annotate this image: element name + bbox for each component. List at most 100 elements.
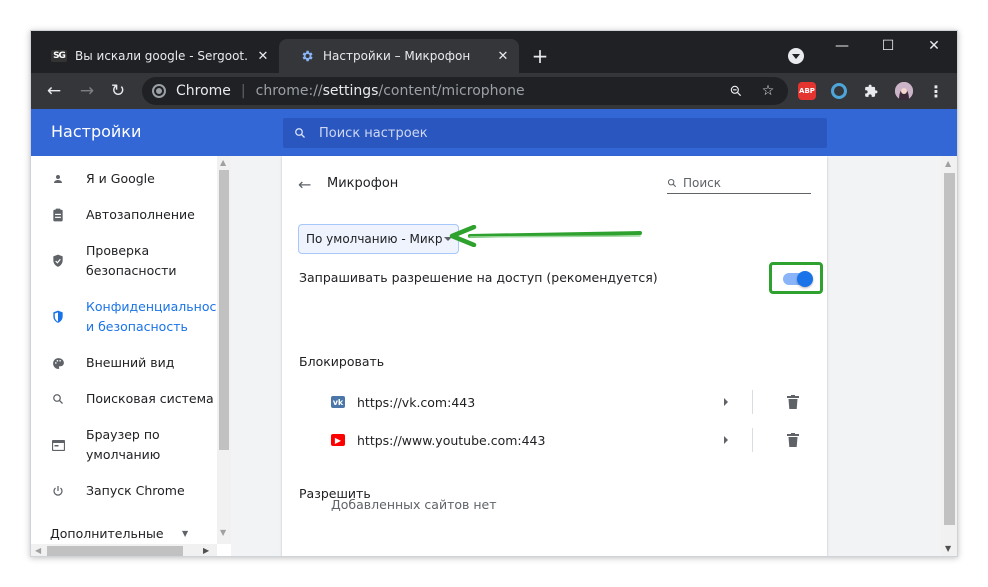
row-divider xyxy=(752,428,753,452)
sidebar-item-label: Конфиденциальность и безопасность xyxy=(86,299,216,334)
sidebar-item-autofill[interactable]: Автозаполнение xyxy=(31,205,217,225)
maximize-button[interactable]: ☐ xyxy=(865,31,911,61)
forward-arrow-icon[interactable]: → xyxy=(75,79,99,103)
close-window-button[interactable]: ✕ xyxy=(911,31,957,61)
settings-sidebar: Я и Google Автозаполнение Проверка безоп… xyxy=(31,156,231,556)
blocked-site-row[interactable]: vk https://vk.com:443 xyxy=(331,383,811,421)
url-text: chrome://settings/content/microphone xyxy=(255,83,525,99)
back-arrow-icon[interactable]: ← xyxy=(42,79,66,103)
blocked-site-row[interactable]: ▶ https://www.youtube.com:443 xyxy=(331,421,811,459)
settings-title: Настройки xyxy=(51,122,142,141)
scroll-left-arrow-icon[interactable]: ◀ xyxy=(35,546,41,555)
page-title: Микрофон xyxy=(327,176,399,191)
annotation-arrow-icon xyxy=(449,225,642,247)
sidebar-item-label: Внешний вид xyxy=(86,355,175,370)
minimize-button[interactable]: — xyxy=(819,31,865,61)
scroll-down-arrow-icon[interactable]: ▼ xyxy=(945,544,951,553)
sidebar-scroll-thumb[interactable] xyxy=(219,170,229,450)
sidebar-item-label: Браузер по умолчанию xyxy=(86,427,161,462)
sidebar-item-label: Проверка безопасности xyxy=(86,243,177,278)
sidebar-item-label: Поисковая система xyxy=(86,391,214,406)
address-bar[interactable]: Chrome | chrome://settings/content/micro… xyxy=(142,77,788,105)
sidebar-item-search-engine[interactable]: Поисковая система xyxy=(31,389,217,409)
settings-search-placeholder: Поиск настроек xyxy=(319,125,428,141)
sidebar-item-default-browser[interactable]: Браузер по умолчанию xyxy=(31,425,181,465)
sidebar-item-label: Запуск Chrome xyxy=(86,483,185,498)
gear-icon xyxy=(299,48,315,64)
sg-logo-icon: SG xyxy=(51,48,67,64)
sidebar-hscroll-thumb[interactable] xyxy=(47,546,183,556)
ask-permission-toggle[interactable] xyxy=(783,271,813,287)
trash-icon[interactable] xyxy=(787,395,799,409)
ask-permission-label: Запрашивать разрешение на доступ (рекоме… xyxy=(299,270,658,285)
ring-extension-icon[interactable] xyxy=(830,82,848,100)
site-url: https://vk.com:443 xyxy=(357,394,476,410)
settings-header: Настройки Поиск настроек xyxy=(31,109,957,156)
new-tab-button[interactable]: + xyxy=(529,44,551,68)
power-icon xyxy=(50,485,66,497)
device-select-value: По умолчанию - Микрофон xyxy=(306,232,442,246)
sidebar-scrollbar[interactable]: ▲ ▼ xyxy=(217,156,231,544)
expand-arrow-icon[interactable] xyxy=(724,436,728,444)
chevron-down-icon: ▼ xyxy=(182,529,189,538)
site-search-placeholder: Поиск xyxy=(683,175,722,190)
toolbar: ← → ↻ Chrome | chrome://settings/content… xyxy=(31,73,957,109)
profile-avatar-icon[interactable] xyxy=(895,82,913,100)
browser-window: SG Вы искали google - Sergoot.ru – ✕ Нас… xyxy=(30,30,958,557)
sidebar-item-privacy[interactable]: Конфиденциальность и безопасность xyxy=(31,297,217,337)
browser-icon xyxy=(50,439,66,451)
omnibox-separator: | xyxy=(240,83,246,99)
shield-icon xyxy=(50,310,66,324)
block-heading: Блокировать xyxy=(299,354,385,369)
expand-arrow-icon[interactable] xyxy=(724,398,728,406)
star-icon[interactable]: ☆ xyxy=(760,83,776,99)
sidebar-item-label: Дополнительные xyxy=(50,526,164,541)
sidebar-hscrollbar[interactable]: ◀ ▶ xyxy=(31,544,217,556)
site-chip[interactable]: Chrome xyxy=(152,83,231,99)
sidebar-item-label: Автозаполнение xyxy=(86,207,195,222)
main-scrollbar[interactable]: ▲ ▼ xyxy=(941,156,957,556)
search-icon xyxy=(50,393,66,405)
toggle-knob xyxy=(797,271,813,287)
puzzle-icon[interactable] xyxy=(862,82,880,100)
clipboard-icon xyxy=(50,208,66,222)
settings-content: Я и Google Автозаполнение Проверка безоп… xyxy=(31,156,957,556)
tab-strip: SG Вы искали google - Sergoot.ru – ✕ Нас… xyxy=(31,31,957,73)
close-icon[interactable]: ✕ xyxy=(495,48,511,64)
close-icon[interactable]: ✕ xyxy=(255,48,271,64)
scroll-right-arrow-icon[interactable]: ▶ xyxy=(203,546,209,555)
microphone-device-select[interactable]: По умолчанию - Микрофон xyxy=(298,224,459,254)
menu-dots-icon[interactable]: ⋮ xyxy=(927,82,945,101)
youtube-icon: ▶ xyxy=(331,434,345,446)
reload-icon[interactable]: ↻ xyxy=(106,79,130,103)
site-label: Chrome xyxy=(176,83,231,99)
chrome-icon xyxy=(152,84,166,98)
scroll-up-arrow-icon[interactable]: ▲ xyxy=(220,158,226,167)
sidebar-item-advanced[interactable]: Дополнительные ▼ xyxy=(31,524,211,544)
row-divider xyxy=(752,390,753,414)
scroll-up-arrow-icon[interactable]: ▲ xyxy=(945,159,951,168)
trash-icon[interactable] xyxy=(787,433,799,447)
site-url: https://www.youtube.com:443 xyxy=(357,432,546,448)
sidebar-item-safety-check[interactable]: Проверка безопасности xyxy=(31,241,181,281)
vk-icon: vk xyxy=(331,396,345,408)
abp-icon[interactable]: ABP xyxy=(798,82,816,100)
back-arrow-icon[interactable]: ← xyxy=(298,175,311,194)
settings-search-input[interactable]: Поиск настроек xyxy=(283,118,827,148)
tab-title: Вы искали google - Sergoot.ru – xyxy=(75,49,247,63)
main-scroll-thumb[interactable] xyxy=(944,173,955,525)
sidebar-item-on-startup[interactable]: Запуск Chrome xyxy=(31,481,217,501)
scroll-down-arrow-icon[interactable]: ▼ xyxy=(220,528,226,537)
microphone-settings-card: ← Микрофон Поиск По умолчанию - Микрофон… xyxy=(282,156,827,556)
sidebar-item-appearance[interactable]: Внешний вид xyxy=(31,353,217,373)
search-icon xyxy=(293,127,307,139)
site-search-input[interactable]: Поиск xyxy=(667,172,811,194)
search-icon xyxy=(667,178,677,188)
tab-search-icon[interactable] xyxy=(788,48,804,64)
tab-settings-microphone[interactable]: Настройки – Микрофон ✕ xyxy=(279,39,519,73)
tab-sergoot[interactable]: SG Вы искали google - Sergoot.ru – ✕ xyxy=(31,39,279,73)
allow-empty-text: Добавленных сайтов нет xyxy=(331,497,497,512)
tab-title: Настройки – Микрофон xyxy=(323,49,471,63)
sidebar-item-you-and-google[interactable]: Я и Google xyxy=(31,169,217,189)
zoom-icon[interactable] xyxy=(728,83,744,99)
